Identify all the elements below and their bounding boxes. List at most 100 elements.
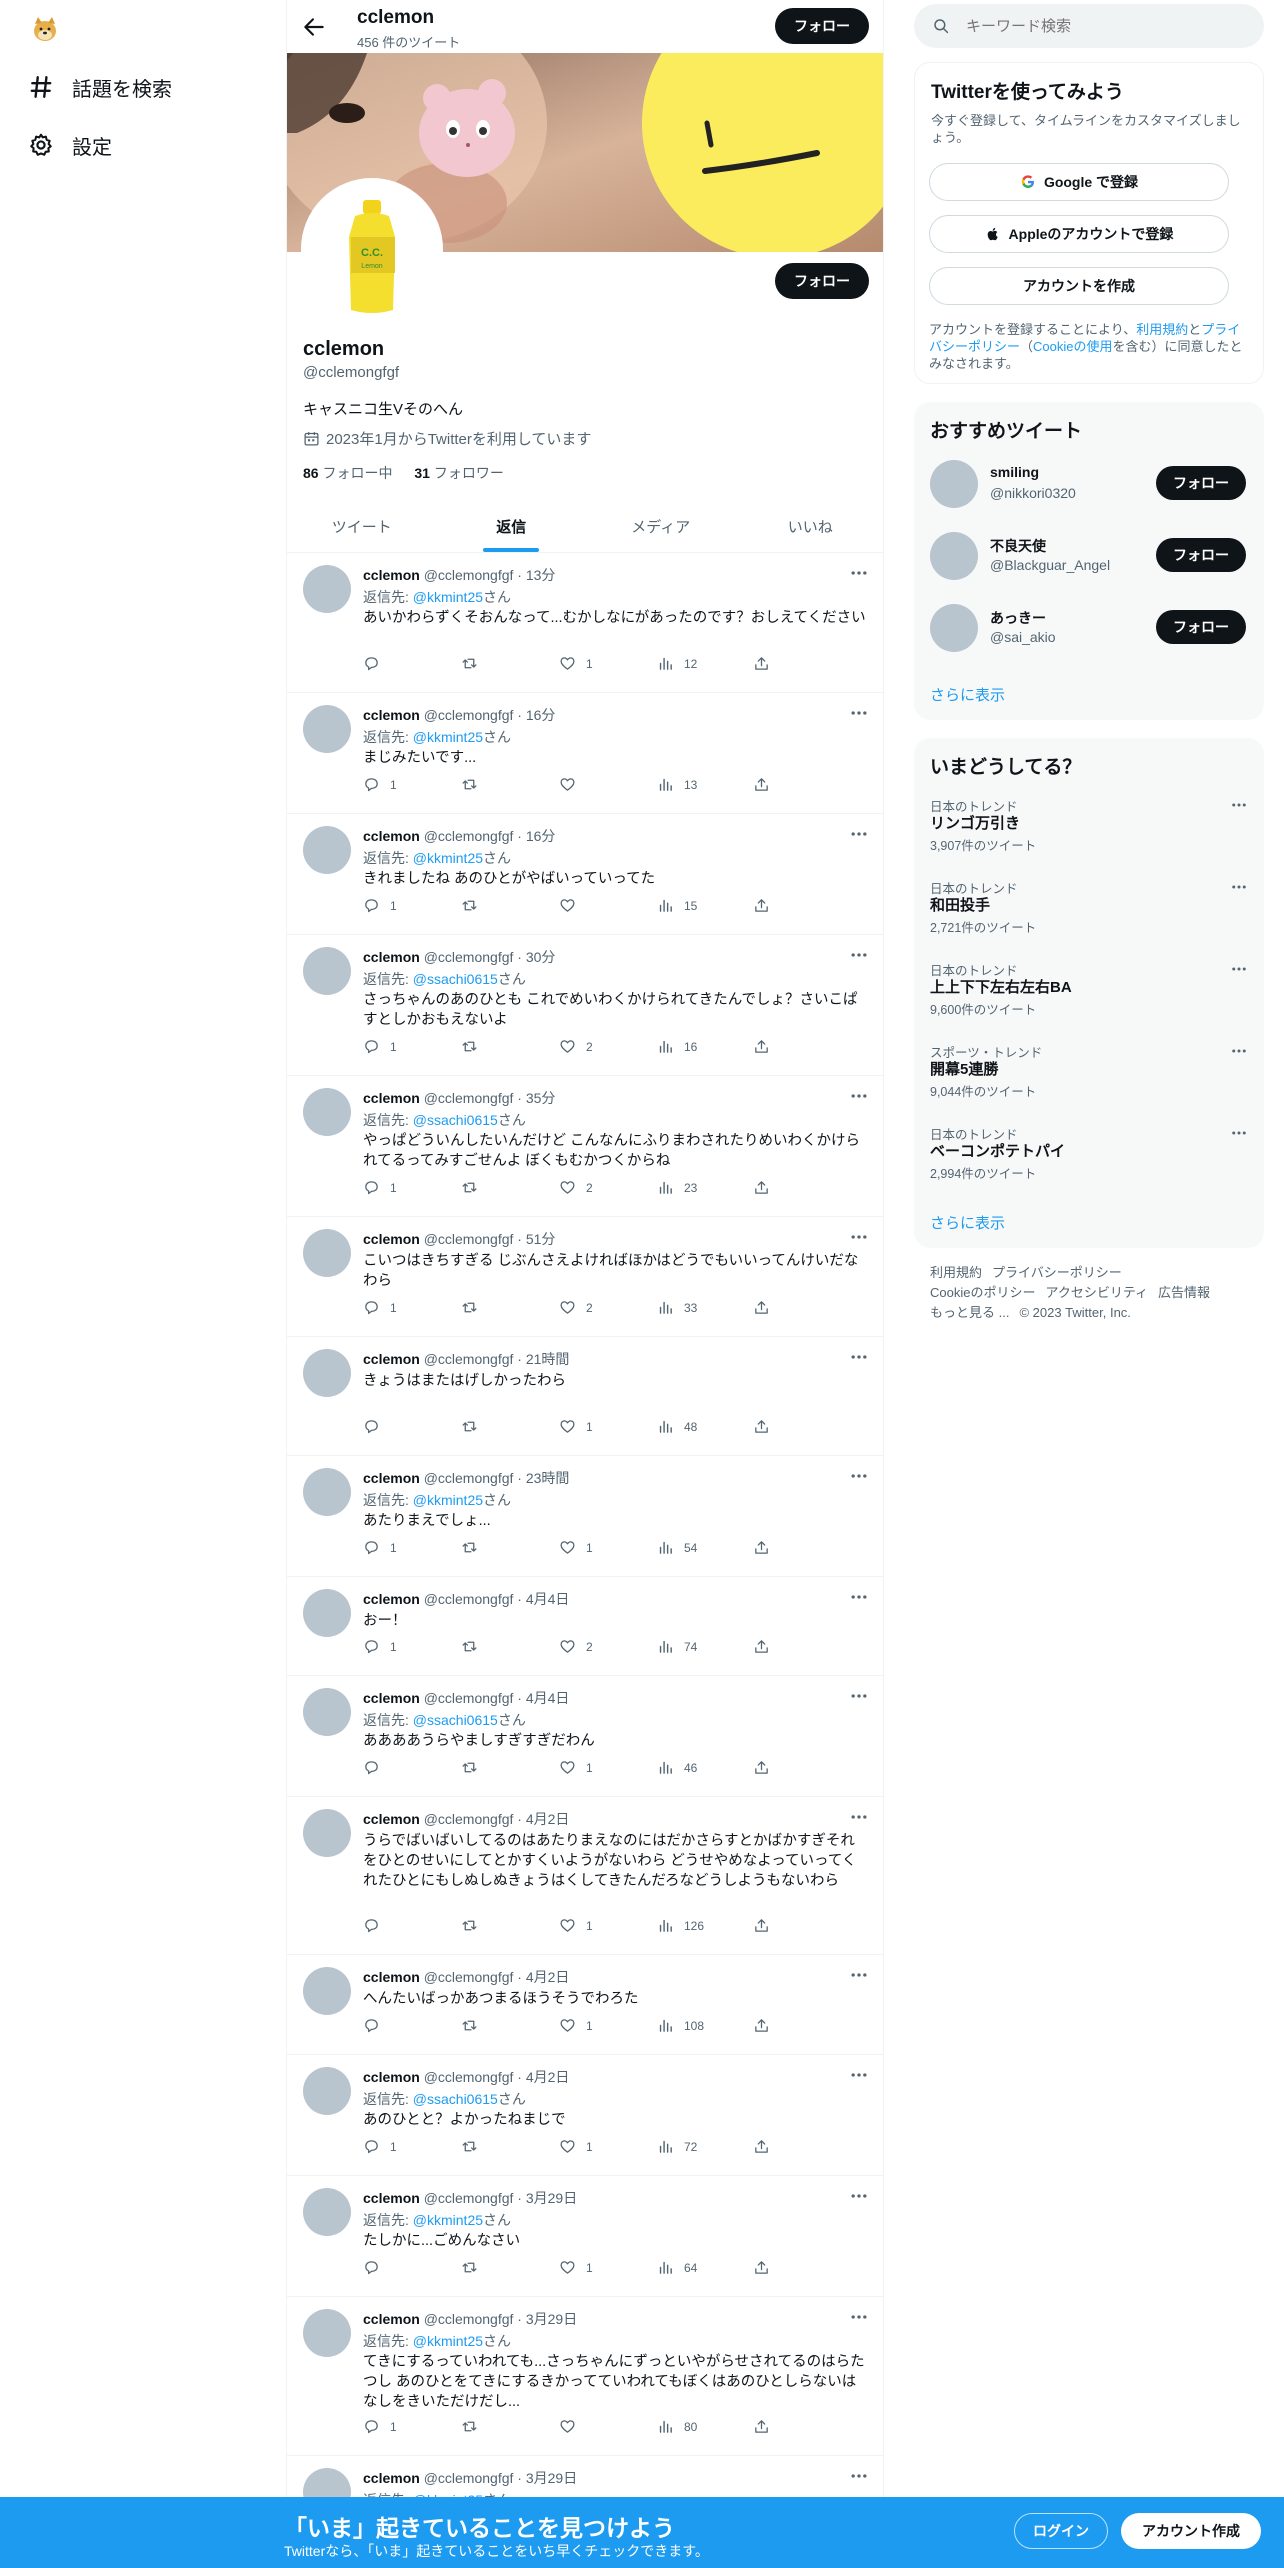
share-button[interactable] [753, 1917, 780, 1934]
tab-likes[interactable]: いいね [736, 500, 884, 552]
reply-mention-link[interactable]: @kkmint25 [413, 2212, 483, 2228]
reply-button[interactable] [363, 1917, 390, 1934]
nav-settings[interactable]: 設定 [28, 125, 112, 165]
reply-button[interactable] [363, 1418, 390, 1435]
login-button[interactable]: ログイン [1014, 2513, 1108, 2549]
share-button[interactable] [753, 655, 780, 672]
like-button[interactable]: 1 [559, 1418, 593, 1435]
footer-link-more[interactable]: もっと見る ... [930, 1305, 1009, 1320]
tweet-author-name[interactable]: cclemon [363, 567, 420, 583]
views-button[interactable]: 72 [657, 2138, 697, 2155]
share-button[interactable] [753, 1299, 780, 1316]
views-button[interactable]: 80 [657, 2418, 697, 2435]
share-button[interactable] [753, 2259, 780, 2276]
reply-mention-link[interactable]: @kkmint25 [413, 589, 483, 605]
tweet-author-handle[interactable]: @cclemongfgf [424, 1690, 514, 1706]
doge-logo-icon[interactable] [30, 14, 60, 44]
tweet-author-name[interactable]: cclemon [363, 1351, 420, 1367]
more-options-icon[interactable] [1230, 796, 1248, 814]
footer-link-privacy[interactable]: プライバシーポリシー [992, 1265, 1122, 1280]
more-options-icon[interactable] [849, 945, 869, 965]
tweet[interactable]: cclemon @cclemongfgf · 4月2日 へんたいばっかあつまるほう… [287, 1955, 883, 2055]
tweet-avatar[interactable] [303, 1349, 351, 1397]
tweet-time[interactable]: 35分 [526, 1090, 556, 1106]
reply-button[interactable]: 1 [363, 897, 397, 914]
profile-follow-button[interactable]: フォロー [775, 263, 869, 299]
tweet-author-name[interactable]: cclemon [363, 2311, 420, 2327]
views-button[interactable]: 23 [657, 1179, 697, 1196]
tweet[interactable]: cclemon @cclemongfgf · 3月29日返信先: @kkmint… [287, 2176, 883, 2297]
reply-button[interactable]: 1 [363, 2138, 397, 2155]
reply-mention-link[interactable]: @ssachi0615 [413, 1712, 498, 1728]
reply-mention-link[interactable]: @ssachi0615 [413, 2091, 498, 2107]
tweet-avatar[interactable] [303, 1688, 351, 1736]
tweet-author-name[interactable]: cclemon [363, 2069, 420, 2085]
tweet-author-handle[interactable]: @cclemongfgf [424, 1969, 514, 1985]
tweet-author-name[interactable]: cclemon [363, 828, 420, 844]
recommended-user[interactable]: 不良天使 @Blackguar_Angel フォロー [930, 528, 1248, 584]
reply-button[interactable]: 1 [363, 2418, 397, 2435]
views-button[interactable]: 126 [657, 1917, 704, 1934]
tweet-author-handle[interactable]: @cclemongfgf [424, 1090, 514, 1106]
tweet-author-handle[interactable]: @cclemongfgf [424, 949, 514, 965]
tweet-author-handle[interactable]: @cclemongfgf [424, 1231, 514, 1247]
recommended-show-more[interactable]: さらに表示 [930, 684, 1005, 705]
retweet-button[interactable] [461, 1299, 488, 1316]
retweet-button[interactable] [461, 776, 488, 793]
tweet-author-name[interactable]: cclemon [363, 1969, 420, 1985]
reply-mention-link[interactable]: @kkmint25 [413, 729, 483, 745]
tweet[interactable]: cclemon @cclemongfgf · 35分 返信先: @ssachi06… [287, 1076, 883, 1217]
views-button[interactable]: 33 [657, 1299, 697, 1316]
footer-link-terms[interactable]: 利用規約 [930, 1265, 982, 1280]
views-button[interactable]: 74 [657, 1638, 697, 1655]
views-button[interactable]: 48 [657, 1418, 697, 1435]
search-box[interactable] [914, 4, 1264, 48]
nav-explore[interactable]: 話題を検索 [28, 67, 172, 107]
like-button[interactable]: 1 [559, 2259, 593, 2276]
followers-link[interactable]: 31 フォロワー [414, 465, 503, 481]
tweet[interactable]: cclemon @cclemongfgf · 13分 返信先: @kkmint25… [287, 553, 883, 693]
google-signup-button[interactable]: Google で登録 [929, 163, 1229, 201]
trends-show-more[interactable]: さらに表示 [930, 1212, 1005, 1233]
tweet-time[interactable]: 4月4日 [526, 1690, 570, 1706]
tweet-author-name[interactable]: cclemon [363, 1591, 420, 1607]
recommended-user-name[interactable]: smiling [990, 464, 1039, 480]
more-options-icon[interactable] [849, 1686, 869, 1706]
back-arrow-icon[interactable] [301, 14, 327, 40]
share-button[interactable] [753, 2138, 780, 2155]
retweet-button[interactable] [461, 897, 488, 914]
views-button[interactable]: 46 [657, 1759, 697, 1776]
tweet[interactable]: cclemon @cclemongfgf · 3月29日返信先: @kkmint… [287, 2297, 883, 2456]
reply-button[interactable] [363, 1759, 390, 1776]
more-options-icon[interactable] [849, 2307, 869, 2327]
create-account-button[interactable]: アカウントを作成 [929, 267, 1229, 305]
retweet-button[interactable] [461, 1038, 488, 1055]
tweet-time[interactable]: 51分 [526, 1231, 556, 1247]
tweet-avatar[interactable] [303, 705, 351, 753]
tweet-time[interactable]: 3月29日 [526, 2470, 577, 2486]
tweet-avatar[interactable] [303, 947, 351, 995]
views-button[interactable]: 108 [657, 2017, 704, 2034]
reply-button[interactable] [363, 2259, 390, 2276]
tweet-author-handle[interactable]: @cclemongfgf [424, 1470, 514, 1486]
like-button[interactable]: 2 [559, 1638, 593, 1655]
retweet-button[interactable] [461, 1539, 488, 1556]
more-options-icon[interactable] [849, 1086, 869, 1106]
recommended-user[interactable]: smiling @nikkori0320 フォロー [930, 456, 1248, 512]
trend-item[interactable]: 日本のトレンド リンゴ万引き 3,907件のツイート [930, 796, 1248, 868]
tweet[interactable]: cclemon @cclemongfgf · 30分 返信先: @ssachi06… [287, 935, 883, 1076]
share-button[interactable] [753, 1038, 780, 1055]
signup-button[interactable]: アカウント作成 [1121, 2513, 1261, 2549]
trend-item[interactable]: スポーツ・トレンド 開幕5連勝 9,044件のツイート [930, 1042, 1248, 1114]
tweet-author-handle[interactable]: @cclemongfgf [424, 567, 514, 583]
recommended-follow-button[interactable]: フォロー [1156, 610, 1246, 644]
like-button[interactable]: 2 [559, 1299, 593, 1316]
like-button[interactable]: 1 [559, 1539, 593, 1556]
tweet-author-handle[interactable]: @cclemongfgf [424, 2190, 514, 2206]
views-button[interactable]: 13 [657, 776, 697, 793]
tweet-avatar[interactable] [303, 2309, 351, 2357]
tweet-time[interactable]: 4月2日 [526, 2069, 570, 2085]
footer-link-accessibility[interactable]: アクセシビリティ [1045, 1285, 1148, 1300]
recommended-user-handle[interactable]: @sai_akio [990, 629, 1056, 645]
more-options-icon[interactable] [1230, 1124, 1248, 1142]
